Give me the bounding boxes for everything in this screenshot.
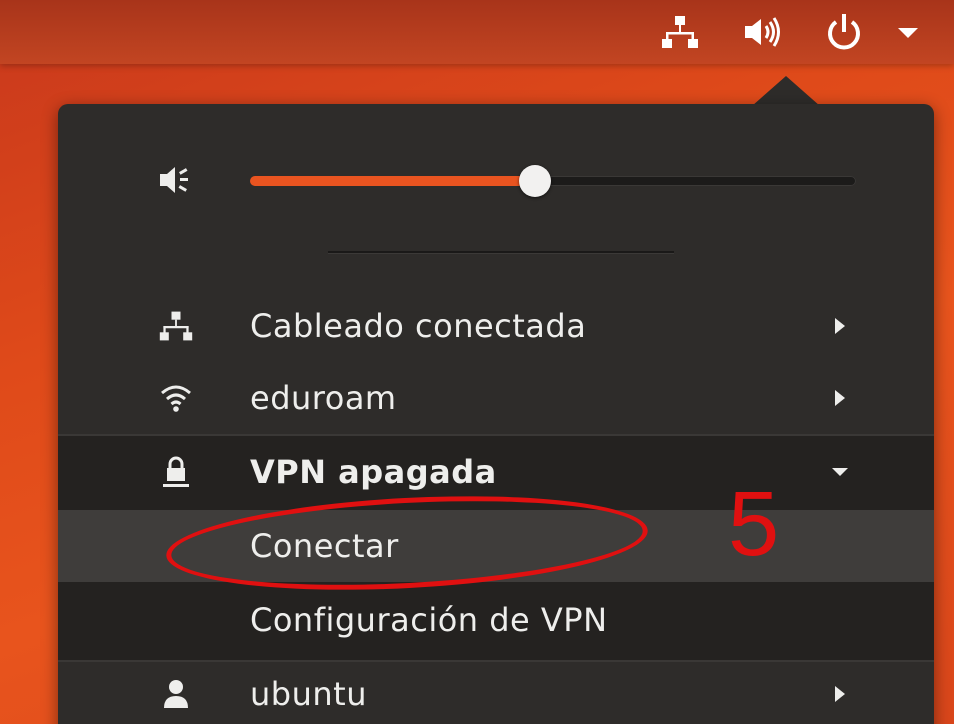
menu-item-label: VPN apagada: [250, 453, 497, 491]
top-bar: [0, 0, 954, 64]
volume-row: [58, 150, 934, 210]
menu-pointer: [752, 76, 820, 106]
menu-item-label: Conectar: [250, 527, 399, 565]
vpn-submenu: VPN apagada Conectar Configuración de VP…: [58, 434, 934, 662]
network-wired-icon[interactable]: [656, 12, 704, 52]
network-wired-icon: [158, 308, 194, 344]
menu-item-user[interactable]: ubuntu: [58, 658, 934, 724]
power-icon[interactable]: [820, 12, 868, 52]
menu-item-label: eduroam: [250, 379, 397, 417]
volume-medium-icon: [156, 162, 196, 198]
chevron-right-icon: [828, 386, 852, 410]
volume-slider[interactable]: [250, 165, 856, 197]
menu-item-label: Cableado conectada: [250, 307, 587, 345]
vpn-lock-icon: [158, 454, 194, 490]
menu-item-label: ubuntu: [250, 675, 367, 713]
chevron-right-icon: [828, 682, 852, 706]
system-menu: Cableado conectada eduroam VPN apagada C…: [58, 104, 934, 724]
menu-item-vpn-connect[interactable]: Conectar: [58, 510, 934, 582]
menu-item-vpn[interactable]: VPN apagada: [58, 436, 934, 508]
separator: [328, 251, 674, 253]
volume-slider-fill: [250, 176, 535, 186]
menu-item-label: Configuración de VPN: [250, 601, 608, 639]
menu-item-vpn-settings[interactable]: Configuración de VPN: [58, 584, 934, 656]
wifi-icon: [158, 380, 194, 416]
volume-high-icon[interactable]: [738, 12, 786, 52]
volume-slider-handle[interactable]: [518, 165, 551, 197]
user-icon: [158, 676, 194, 712]
chevron-down-icon: [828, 460, 852, 484]
menu-item-wifi[interactable]: eduroam: [58, 362, 934, 434]
annotation-number: 5: [728, 473, 780, 575]
chevron-right-icon: [828, 314, 852, 338]
menu-item-wired[interactable]: Cableado conectada: [58, 290, 934, 362]
chevron-down-icon[interactable]: [888, 12, 928, 52]
